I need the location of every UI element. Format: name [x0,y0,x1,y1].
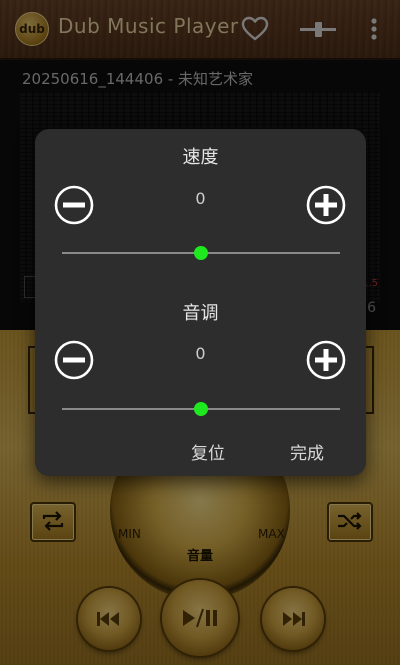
pitch-increase-button[interactable] [306,340,346,380]
minus-circle-icon [54,340,94,380]
pitch-slider[interactable] [62,402,340,416]
speed-slider-thumb[interactable] [194,246,208,260]
plus-circle-icon [306,185,346,225]
speed-decrease-button[interactable] [54,185,94,225]
speed-slider[interactable] [62,246,340,260]
reset-button[interactable]: 复位 [191,439,225,464]
done-button[interactable]: 完成 [290,439,324,464]
plus-circle-icon [306,340,346,380]
speed-label: 速度 [182,147,219,168]
speed-pitch-dialog: 速度 0 音调 0 复位 完成 [35,129,366,476]
pitch-slider-thumb[interactable] [194,402,208,416]
pitch-decrease-button[interactable] [54,340,94,380]
speed-increase-button[interactable] [306,185,346,225]
minus-circle-icon [54,185,94,225]
app-root: dub Dub Music Player 20250616_144406 - 未… [0,0,400,665]
pitch-label: 音调 [182,303,219,324]
